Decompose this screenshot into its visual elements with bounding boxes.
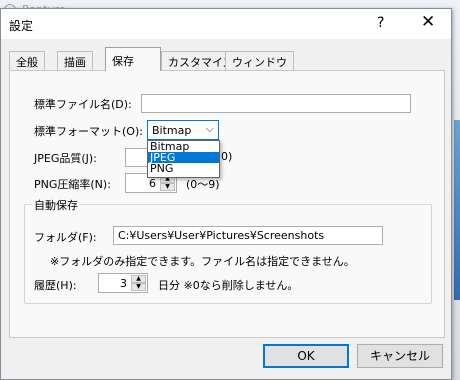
filename-input[interactable]: [141, 94, 411, 113]
save-tab-panel: 標準ファイル名(D): 標準フォーマット(O): Bitmap ⌵ JPEG品質…: [9, 70, 445, 338]
png-compression-label: PNG圧縮率(N):: [34, 178, 111, 191]
jpeg-quality-label: JPEG品質(J):: [34, 152, 97, 165]
background-edge: [454, 120, 460, 300]
format-selected-value: Bitmap: [152, 124, 192, 137]
folder-input[interactable]: C:¥Users¥User¥Pictures¥Screenshots: [113, 226, 383, 245]
tab-strip: 全般 描画 保存 カスタマイズ ウィンドウ: [9, 47, 449, 71]
dialog-titlebar[interactable]: 設定 ? ✕: [1, 9, 451, 39]
tab-drawing[interactable]: 描画: [57, 51, 93, 70]
folder-note: ※フォルダのみ指定できます。ファイル名は指定できません。: [50, 255, 355, 268]
dialog-title: 設定: [9, 19, 34, 33]
chevron-down-icon: ⌵: [205, 122, 214, 135]
auto-save-group-title: 自動保存: [32, 197, 80, 213]
history-label: 履歴(H):: [34, 279, 77, 292]
close-button[interactable]: ✕: [421, 12, 435, 32]
help-button[interactable]: ?: [377, 15, 384, 31]
format-combobox[interactable]: Bitmap ⌵: [147, 120, 219, 140]
tab-general[interactable]: 全般: [9, 51, 45, 70]
cancel-button[interactable]: キャンセル: [357, 344, 443, 368]
history-spinner[interactable]: 3 ▲ ▼: [98, 273, 148, 293]
spin-down-icon[interactable]: ▼: [131, 283, 146, 291]
tab-save[interactable]: 保存: [105, 47, 161, 71]
folder-label: フォルダ(F):: [34, 231, 97, 244]
spin-up-icon[interactable]: ▲: [131, 275, 146, 283]
ok-button[interactable]: OK: [263, 344, 349, 368]
jpeg-quality-hint: 0): [221, 150, 233, 163]
png-compression-value: 6: [149, 177, 156, 190]
history-value: 3: [120, 277, 127, 290]
history-suffix: 日分 ※0なら削除しません。: [158, 279, 299, 292]
spin-down-icon[interactable]: ▼: [160, 183, 175, 191]
filename-label: 標準ファイル名(D):: [34, 98, 132, 111]
png-compression-hint: (0～9): [186, 178, 220, 191]
format-dropdown-list[interactable]: Bitmap JPEG PNG: [147, 140, 220, 178]
format-label: 標準フォーマット(O):: [34, 125, 143, 138]
settings-dialog: 設定 ? ✕ 全般 描画 保存 カスタマイズ ウィンドウ 標準ファイル名(D):…: [0, 8, 452, 380]
format-option-png[interactable]: PNG: [148, 163, 219, 174]
tab-window[interactable]: ウィンドウ: [225, 51, 294, 70]
